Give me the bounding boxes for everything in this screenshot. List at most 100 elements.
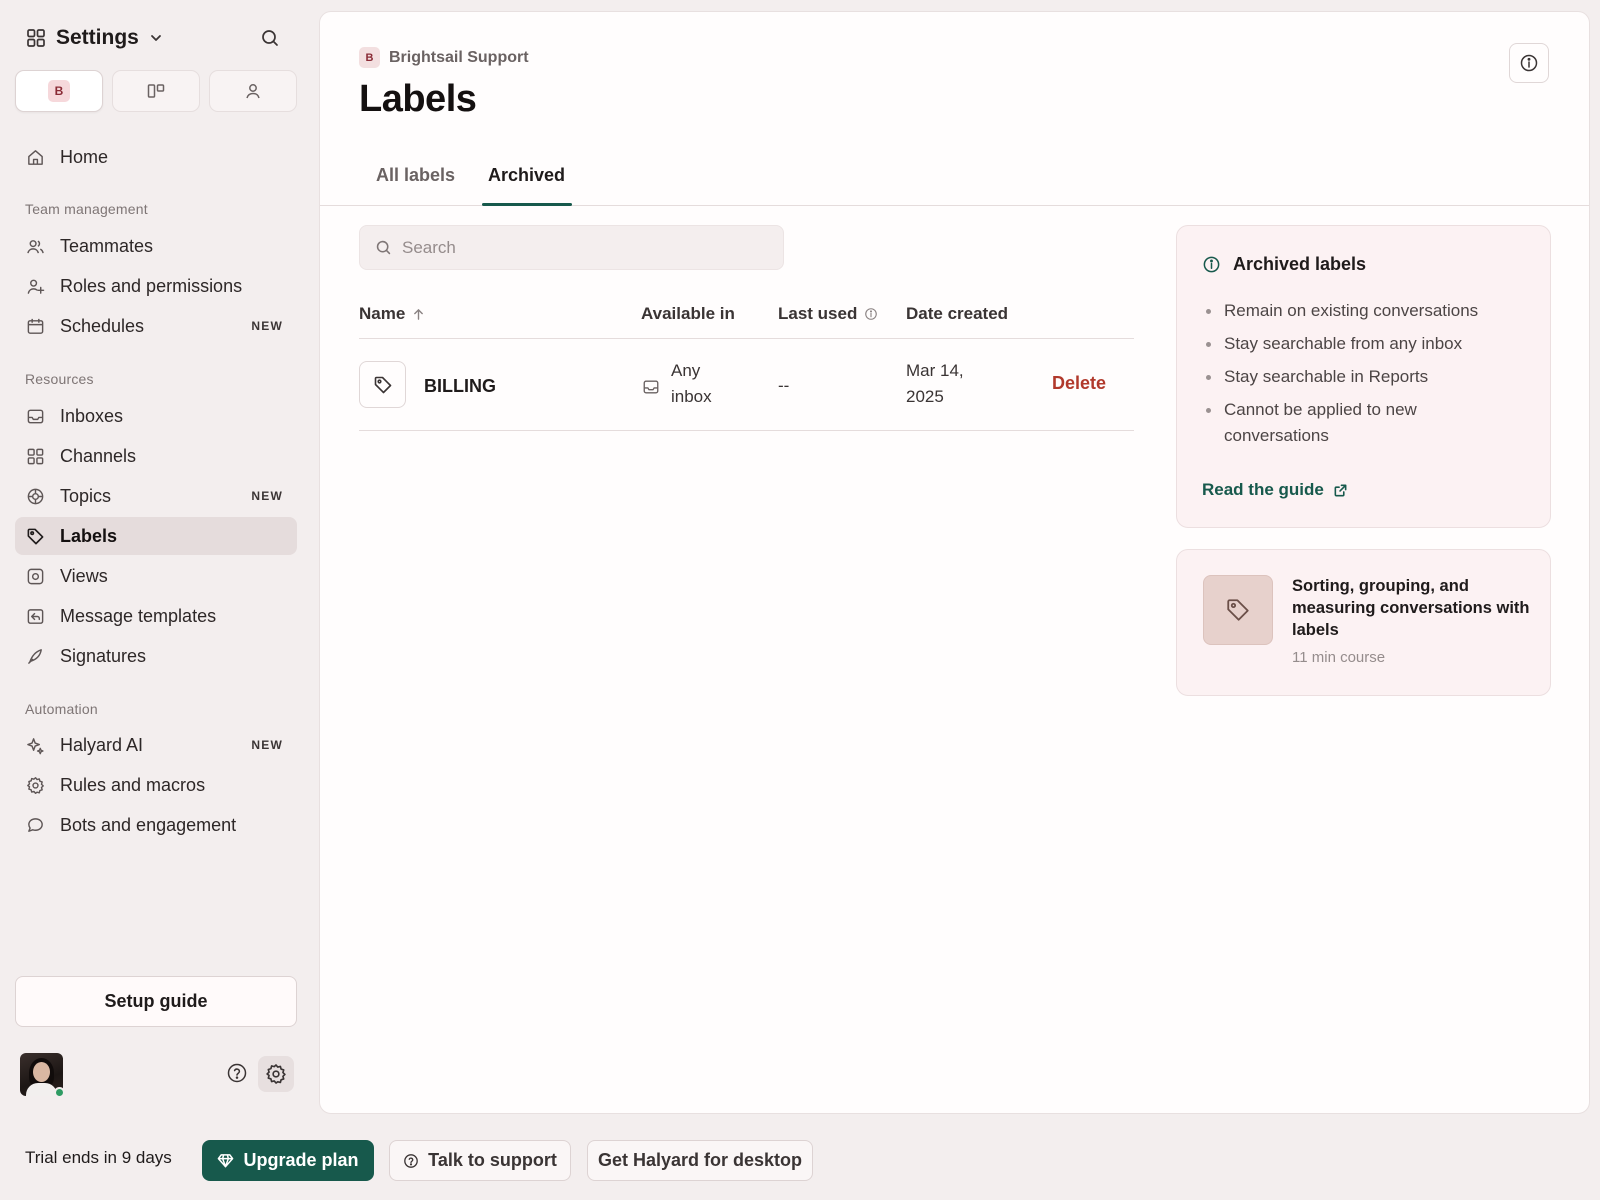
search-icon (375, 239, 392, 256)
search-icon[interactable] (258, 26, 282, 50)
settings-header: Settings (26, 24, 282, 52)
delete-label-button[interactable]: Delete (1052, 373, 1106, 394)
sidebar-item-signatures[interactable]: Signatures (15, 637, 297, 675)
course-duration: 11 min course (1292, 649, 1386, 666)
sidebar: Settings B Home Team management Teammate… (0, 0, 312, 1110)
help-icon[interactable] (226, 1062, 248, 1084)
settings-gear-icon[interactable] (258, 1056, 294, 1092)
get-desktop-app-button[interactable]: Get Halyard for desktop (587, 1140, 813, 1181)
label-tag-icon-box (359, 361, 406, 408)
course-card[interactable]: Sorting, grouping, and measuring convers… (1176, 549, 1551, 696)
apps-grid-icon[interactable] (26, 28, 46, 48)
settings-title[interactable]: Settings (56, 26, 139, 50)
info-icon (1202, 255, 1221, 274)
online-status-dot (54, 1087, 65, 1098)
available-line: Any (671, 361, 701, 380)
views-icon (26, 567, 45, 586)
chevron-down-icon[interactable] (149, 31, 163, 45)
sidebar-item-label: Labels (60, 525, 118, 546)
column-header-date-created[interactable]: Date created (906, 304, 1008, 324)
topics-icon (26, 487, 45, 506)
card-header: Archived labels (1202, 254, 1366, 275)
info-icon[interactable] (864, 307, 878, 321)
tab-all-labels[interactable]: All labels (376, 165, 455, 186)
sparkle-icon (26, 736, 45, 755)
sidebar-item-bots[interactable]: Bots and engagement (15, 806, 297, 844)
sidebar-item-topics[interactable]: Topics NEW (15, 477, 297, 515)
upgrade-plan-button[interactable]: Upgrade plan (202, 1140, 374, 1181)
sidebar-item-inboxes[interactable]: Inboxes (15, 397, 297, 435)
new-badge: NEW (251, 319, 283, 333)
template-icon (26, 607, 45, 626)
date-line: 2025 (906, 387, 944, 406)
label-name[interactable]: BILLING (424, 373, 496, 399)
sidebar-item-label: Home (60, 146, 109, 167)
sidebar-item-label: Channels (60, 445, 137, 466)
breadcrumb-workspace[interactable]: Brightsail Support (389, 49, 529, 67)
help-circle-icon (403, 1153, 419, 1169)
home-icon (26, 148, 45, 167)
avatar[interactable] (20, 1053, 65, 1098)
sidebar-item-roles[interactable]: Roles and permissions (15, 267, 297, 305)
course-thumbnail (1203, 575, 1273, 645)
course-title[interactable]: Sorting, grouping, and measuring convers… (1292, 575, 1532, 641)
read-the-guide-link[interactable]: Read the guide (1202, 480, 1348, 500)
tag-icon (373, 375, 393, 395)
table-row-divider (359, 430, 1134, 431)
sidebar-item-label: Bots and engagement (60, 814, 237, 835)
date-created-cell: Mar 14, 2025 (906, 358, 964, 410)
tag-icon (26, 527, 45, 546)
sidebar-item-schedules[interactable]: Schedules NEW (15, 307, 297, 345)
section-resources: Resources (25, 371, 94, 387)
talk-to-support-button[interactable]: Talk to support (389, 1140, 571, 1181)
sidebar-item-halyard-ai[interactable]: Halyard AI NEW (15, 726, 297, 764)
feather-icon (26, 647, 45, 666)
sidebar-item-label: Teammates (60, 235, 154, 256)
card-bullet-list: Remain on existing conversations Stay se… (1206, 298, 1526, 456)
workspace-button[interactable]: B (15, 70, 103, 112)
tab-archived[interactable]: Archived (488, 165, 565, 186)
sidebar-item-message-templates[interactable]: Message templates (15, 597, 297, 635)
available-line: inbox (671, 387, 712, 406)
sidebar-item-label: Schedules (60, 315, 145, 336)
chat-bubble-icon (26, 816, 45, 835)
sidebar-item-label: Inboxes (60, 405, 124, 426)
calendar-icon (26, 317, 45, 336)
sidebar-item-label: Halyard AI (60, 734, 144, 755)
search-input[interactable] (402, 237, 762, 258)
sidebar-item-teammates[interactable]: Teammates (15, 227, 297, 265)
workspace-badge: B (359, 47, 380, 68)
column-header-last-used[interactable]: Last used (778, 304, 878, 324)
avatar-body (26, 1083, 57, 1096)
column-header-name[interactable]: Name (359, 304, 425, 324)
new-badge: NEW (251, 489, 283, 503)
column-header-available-in[interactable]: Available in (641, 304, 735, 324)
sidebar-item-rules-macros[interactable]: Rules and macros (15, 766, 297, 804)
inbox-icon (26, 407, 45, 426)
available-in-cell: Any inbox (671, 358, 712, 410)
personal-button[interactable] (209, 70, 297, 112)
setup-guide-button[interactable]: Setup guide (15, 976, 297, 1027)
column-label: Last used (778, 304, 858, 323)
team-layout-button[interactable] (112, 70, 200, 112)
list-item: Stay searchable from any inbox (1206, 331, 1526, 357)
archived-labels-info-card: Archived labels Remain on existing conve… (1176, 225, 1551, 528)
column-label: Date created (906, 304, 1009, 323)
table-header-divider (359, 338, 1134, 339)
person-icon (244, 82, 262, 100)
sidebar-item-views[interactable]: Views (15, 557, 297, 595)
new-badge: NEW (251, 738, 283, 752)
page-info-button[interactable] (1509, 43, 1549, 83)
column-label: Available in (641, 304, 735, 323)
date-line: Mar 14, (906, 361, 964, 380)
sidebar-item-channels[interactable]: Channels (15, 437, 297, 475)
search-field[interactable] (359, 225, 784, 270)
sidebar-item-label: Rules and macros (60, 774, 206, 795)
sidebar-item-labels[interactable]: Labels (15, 517, 297, 555)
upgrade-label: Upgrade plan (243, 1150, 359, 1170)
external-link-icon (1333, 483, 1348, 498)
sidebar-item-label: Views (60, 565, 108, 586)
sidebar-item-home[interactable]: Home (15, 138, 297, 176)
support-label: Talk to support (428, 1150, 557, 1170)
workspace-switcher: B (15, 70, 297, 112)
